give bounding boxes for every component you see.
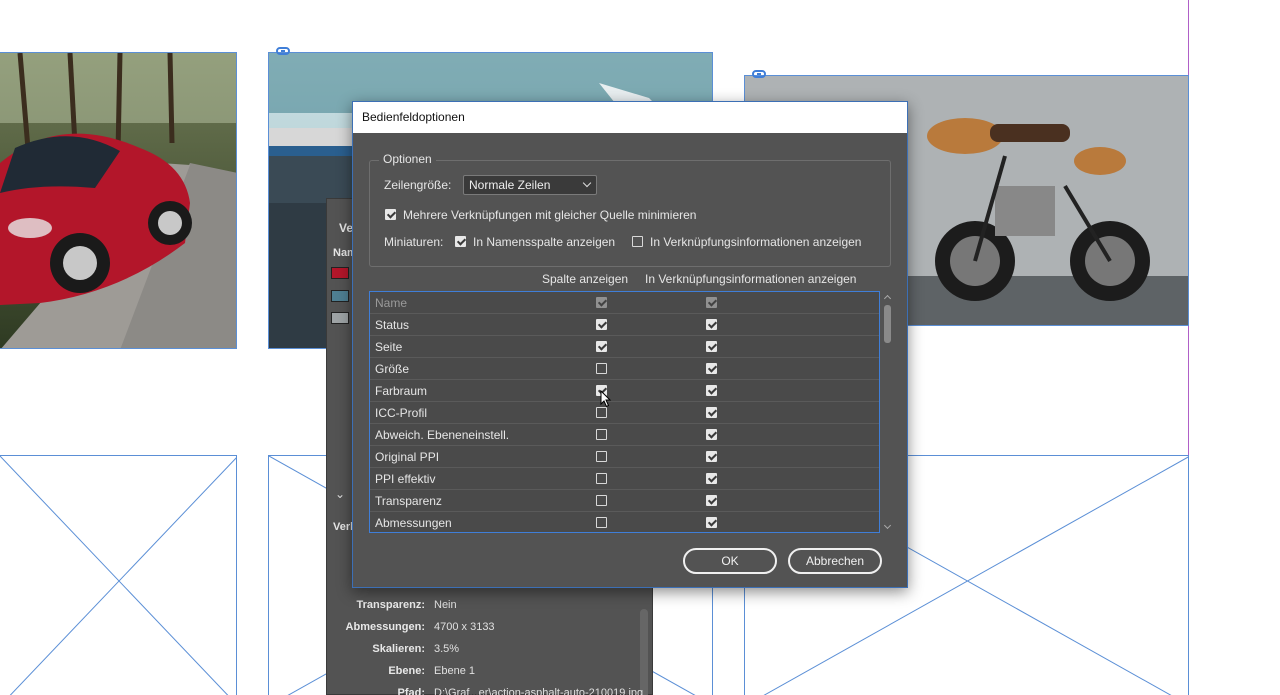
column-name: Status [375,318,410,332]
show-column-checkbox[interactable] [596,495,607,506]
link-info-value: Nein [434,599,457,611]
link-icon [276,47,290,55]
show-column-checkbox[interactable] [596,473,607,484]
ok-button[interactable]: OK [683,548,777,574]
row-size-value: Normale Zeilen [469,178,551,192]
list-item: Größe [370,358,879,380]
list-item: Status [370,314,879,336]
options-legend: Optionen [379,152,436,166]
link-thumbnail[interactable] [331,290,349,302]
row-size-select[interactable]: Normale Zeilen [463,175,597,195]
minimize-links-checkbox[interactable] [385,209,396,220]
red-car-image [0,53,236,348]
scroll-thumb[interactable] [884,305,891,343]
link-info-value: 4700 x 3133 [434,621,495,633]
thumbnails-label: Miniaturen: [384,235,444,249]
panel-options-dialog: Bedienfeldoptionen Optionen Zeilengröße:… [352,101,908,588]
column-name: Farbraum [375,384,428,398]
list-item: Abmessungen [370,512,879,532]
link-info-key: Pfad: [397,687,426,695]
show-column-checkbox[interactable] [596,363,607,374]
image-frame-red-car[interactable] [0,52,237,349]
row-size-label: Zeilengröße: [384,178,452,192]
link-info-key: Transparenz: [356,599,425,611]
list-item: Seite [370,336,879,358]
column-header-link-info: In Verknüpfungsinformationen anzeigen [645,272,857,286]
list-item: Original PPI [370,446,879,468]
show-column-checkbox[interactable] [596,407,607,418]
chevron-down-icon[interactable]: ⌄ [335,487,345,501]
column-name: Name [375,296,408,310]
show-in-link-info-checkbox[interactable] [706,473,717,484]
list-scrollbar[interactable] [882,291,894,533]
show-column-checkbox[interactable] [596,319,607,330]
list-item: ICC-Profil [370,402,879,424]
show-in-link-info-checkbox[interactable] [706,451,717,462]
link-info-value: 3.5% [434,643,460,655]
link-info-key: Abmessungen: [345,621,425,633]
list-item: PPI effektiv [370,468,879,490]
show-in-link-info-checkbox[interactable] [706,429,717,440]
thumb-link-info-checkbox[interactable] [632,236,643,247]
column-header-show: Spalte anzeigen [542,272,629,286]
show-in-link-info-checkbox[interactable] [706,319,717,330]
link-info-value: Ebene 1 [434,665,475,677]
link-info-key: Ebene: [388,665,425,677]
show-column-checkbox [596,297,607,308]
show-in-link-info-checkbox[interactable] [706,341,717,352]
thumb-name-column-label: In Namensspalte anzeigen [473,235,616,249]
column-name: Seite [375,340,403,354]
column-name: Abweich. Ebeneneinstell. [375,428,510,442]
links-panel-tab[interactable]: Ve [339,221,353,235]
column-name: Original PPI [375,450,440,464]
list-item: Name [370,292,879,314]
columns-list[interactable]: Name Status Seite Größe Farbraum ICC-Profil Ab… [369,291,880,533]
cancel-button[interactable]: Abbrechen [788,548,882,574]
chevron-down-icon [582,178,592,188]
list-item: Abweich. Ebeneneinstell. [370,424,879,446]
column-name: Größe [375,362,410,376]
dialog-title: Bedienfeldoptionen [353,102,907,133]
minimize-links-label: Mehrere Verknüpfungen mit gleicher Quell… [403,208,697,222]
empty-frame[interactable] [0,455,237,695]
show-in-link-info-checkbox[interactable] [706,407,717,418]
column-name: Abmessungen [375,516,452,530]
show-column-checkbox[interactable] [596,517,607,528]
column-name: PPI effektiv [375,472,436,486]
panel-scrollbar[interactable] [640,609,648,695]
list-item: Farbraum [370,380,879,402]
show-in-link-info-checkbox [706,297,717,308]
list-item: Transparenz [370,490,879,512]
scroll-up-icon[interactable] [883,294,892,303]
scroll-down-icon[interactable] [883,521,892,530]
show-in-link-info-checkbox[interactable] [706,495,717,506]
column-name: ICC-Profil [375,406,428,420]
show-in-link-info-checkbox[interactable] [706,385,717,396]
frame-cross [0,456,236,695]
show-column-checkbox[interactable] [596,451,607,462]
link-thumbnail[interactable] [331,267,349,279]
show-in-link-info-checkbox[interactable] [706,363,717,374]
show-column-checkbox[interactable] [596,341,607,352]
show-in-link-info-checkbox[interactable] [706,517,717,528]
link-info-value: D:\Graf...er\action-asphalt-auto-210019.… [434,687,644,695]
link-info-key: Skalieren: [372,643,425,655]
show-column-checkbox[interactable] [596,429,607,440]
link-thumbnail[interactable] [331,312,349,324]
mouse-cursor-icon [600,390,612,408]
thumb-link-info-label: In Verknüpfungsinformationen anzeigen [650,235,862,249]
column-name: Transparenz [375,494,442,508]
thumb-name-column-checkbox[interactable] [455,236,466,247]
link-icon [752,70,766,78]
